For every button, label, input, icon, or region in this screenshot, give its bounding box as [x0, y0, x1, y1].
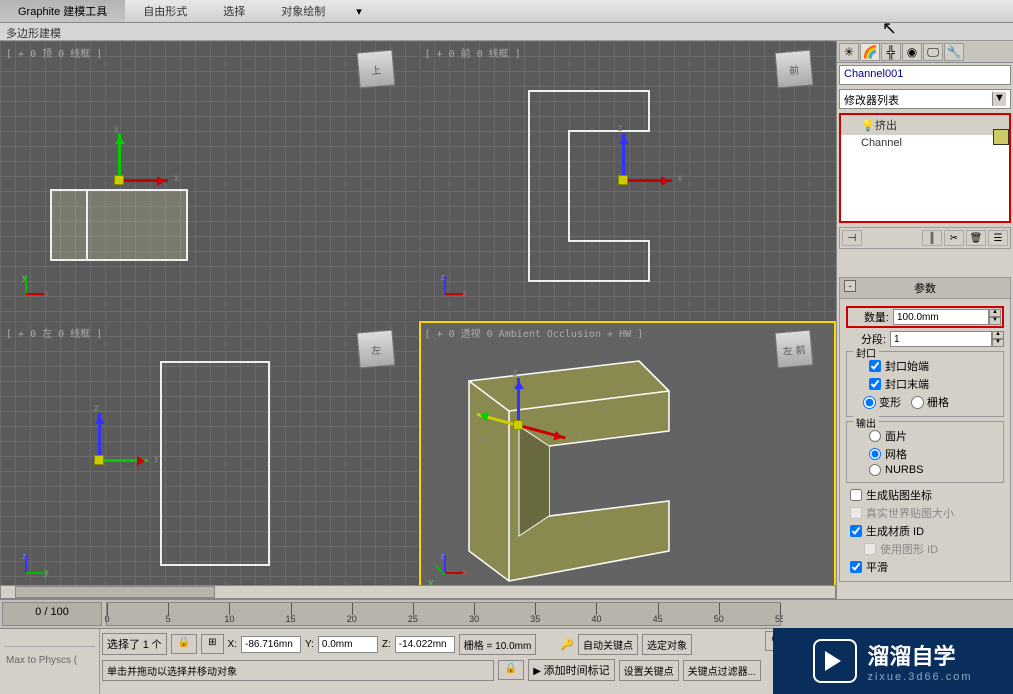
tab-motion-icon[interactable]: ◉ — [902, 43, 922, 61]
checkbox-real-world — [850, 507, 862, 519]
modifier-stack[interactable]: 💡挤出 Channel — [839, 113, 1011, 223]
set-key-button[interactable]: 设置关键点 — [619, 660, 679, 681]
checkbox-smooth[interactable] — [850, 561, 862, 573]
rollout-header[interactable]: - 参数 — [840, 278, 1010, 299]
viewcube-left[interactable]: 左 — [358, 331, 404, 377]
radio-morph[interactable] — [863, 396, 876, 409]
spinner-up-icon[interactable]: ▲ — [989, 309, 1001, 317]
tab-display-icon[interactable]: 🖵 — [923, 43, 943, 61]
time-ruler[interactable]: 0510152025303540455055 — [106, 602, 781, 626]
viewport-scrollbar[interactable] — [0, 585, 836, 599]
segments-spinner[interactable]: ▲▼ — [890, 331, 1004, 347]
checkbox-gen-mat[interactable] — [850, 525, 862, 537]
ribbon-tab-freeform[interactable]: 自由形式 — [125, 0, 205, 22]
subribbon-polymodeling[interactable]: 多边形建模 — [0, 23, 1013, 41]
checkbox-use-shape — [864, 543, 876, 555]
x-coord-input[interactable] — [241, 636, 301, 653]
watermark-overlay: 溜溜自学 zixue.3d66.com — [773, 628, 1013, 694]
lock-selection-icon[interactable]: 🔒 — [171, 634, 197, 654]
stack-item-extrude[interactable]: 💡挤出 — [841, 115, 1009, 135]
viewport-top[interactable]: [ + 0 顶 0 线框 ] 上 xy y x — [0, 41, 418, 320]
configure-sets-icon[interactable]: ☰ — [988, 230, 1008, 246]
transform-type-icon[interactable]: ⊞ — [201, 634, 223, 654]
command-panel: ✳ 🌈 ╬ ◉ 🖵 🔧 Channel001 修改器列表▼ 💡挤出 Channe… — [836, 41, 1013, 599]
collapse-icon[interactable]: - — [844, 280, 856, 292]
chevron-down-icon: ▼ — [992, 92, 1006, 106]
z-coord-input[interactable] — [395, 636, 455, 653]
group-capping: 封口 封口始端 封口末端 变形 栅格 — [846, 351, 1004, 417]
selection-status: 选择了 1 个 — [102, 633, 167, 655]
tab-utilities-icon[interactable]: 🔧 — [944, 43, 964, 61]
timeline[interactable]: 0 / 100 0510152025303540455055 — [0, 599, 783, 628]
ribbon-tab-graphite[interactable]: Graphite 建模工具 — [0, 0, 125, 22]
key-filters-button[interactable]: 关键点过滤器... — [683, 660, 761, 681]
lightbulb-icon[interactable]: 💡 — [861, 119, 871, 129]
time-scrubber[interactable]: 0 / 100 — [2, 602, 102, 626]
object-color-swatch[interactable] — [993, 129, 1009, 145]
viewcube-persp[interactable]: 左 前 — [776, 331, 822, 377]
play-logo-icon — [813, 639, 857, 683]
ribbon: Graphite 建模工具 自由形式 选择 对象绘制 ▾ — [0, 0, 1013, 23]
viewport-perspective[interactable]: [ + 0 透视 0 Ambient Occlusion + HW ] 左 前 … — [419, 321, 837, 600]
object-name-field[interactable]: Channel001 — [839, 65, 1011, 85]
ribbon-tab-paint[interactable]: 对象绘制 — [263, 0, 343, 22]
viewport-left-label: [ + 0 左 0 线框 ] — [6, 325, 102, 340]
make-unique-icon[interactable]: ✂ — [944, 230, 964, 246]
stack-toolbar: ⊣ ║ ✂ 🗑 ☰ — [839, 227, 1011, 249]
viewport-left[interactable]: [ + 0 左 0 线框 ] 左 yz z y — [0, 321, 418, 600]
checkbox-gen-map[interactable] — [850, 489, 862, 501]
show-end-result-icon[interactable]: ║ — [922, 230, 942, 246]
pin-stack-icon[interactable]: ⊣ — [842, 230, 862, 246]
axis-tripod-icon: z x — [427, 276, 463, 312]
viewport-area: [ + 0 顶 0 线框 ] 上 xy y x [ + 0 前 0 线框 ] 前 — [0, 41, 836, 599]
viewport-front[interactable]: [ + 0 前 0 线框 ] 前 xz z x — [419, 41, 837, 320]
spinner-down-icon[interactable]: ▼ — [989, 317, 1001, 325]
viewcube-front[interactable]: 前 — [776, 51, 822, 97]
radio-grid[interactable] — [911, 396, 924, 409]
radio-nurbs[interactable] — [869, 464, 881, 476]
command-panel-tabs: ✳ 🌈 ╬ ◉ 🖵 🔧 — [837, 41, 1013, 63]
checkbox-cap-start[interactable] — [869, 360, 881, 372]
stack-item-channel[interactable]: Channel — [841, 135, 1009, 151]
modifier-list-dropdown[interactable]: 修改器列表▼ — [839, 89, 1011, 109]
amount-spinner[interactable]: ▲▼ — [893, 309, 1001, 325]
viewport-front-label: [ + 0 前 0 线框 ] — [425, 45, 521, 60]
maxscript-mini[interactable]: Max to Physcs ( — [0, 629, 100, 694]
viewport-persp-label: [ + 0 透视 0 Ambient Occlusion + HW ] — [425, 325, 644, 340]
amount-input[interactable] — [893, 309, 989, 325]
viewport-top-label: [ + 0 顶 0 线框 ] — [6, 45, 102, 60]
param-amount: 数量: ▲▼ — [846, 306, 1004, 328]
segments-input[interactable] — [890, 331, 992, 347]
radio-patch[interactable] — [869, 430, 881, 442]
grid-status: 栅格 = 10.0mm — [459, 634, 537, 655]
tab-create-icon[interactable]: ✳ — [839, 43, 859, 61]
radio-mesh[interactable] — [869, 448, 881, 460]
viewcube-top[interactable]: 上 — [358, 51, 404, 97]
prompt-line: 单击并拖动以选择并移动对象 — [102, 660, 494, 681]
key-icon[interactable]: 🔑 — [560, 638, 574, 651]
ribbon-overflow-icon[interactable]: ▾ — [348, 3, 370, 20]
comm-lock-icon[interactable]: 🔒 — [498, 660, 524, 680]
tab-hierarchy-icon[interactable]: ╬ — [881, 43, 901, 61]
group-output: 输出 面片 网格 NURBS — [846, 421, 1004, 483]
selected-object-dropdown[interactable]: 选定对象 — [642, 634, 692, 655]
rollout-parameters: - 参数 数量: ▲▼ 分段: ▲▼ 封口 封口始端 封口末 — [839, 277, 1011, 582]
y-coord-input[interactable] — [318, 636, 378, 653]
auto-key-button[interactable]: 自动关键点 — [578, 634, 638, 655]
ribbon-tab-select[interactable]: 选择 — [205, 0, 263, 22]
remove-modifier-icon[interactable]: 🗑 — [966, 230, 986, 246]
checkbox-cap-end[interactable] — [869, 378, 881, 390]
tab-modify-icon[interactable]: 🌈 — [860, 43, 880, 61]
add-time-tag[interactable]: ▶ 添加时间标记 — [528, 659, 614, 681]
axis-tripod-icon: y x — [8, 276, 44, 312]
